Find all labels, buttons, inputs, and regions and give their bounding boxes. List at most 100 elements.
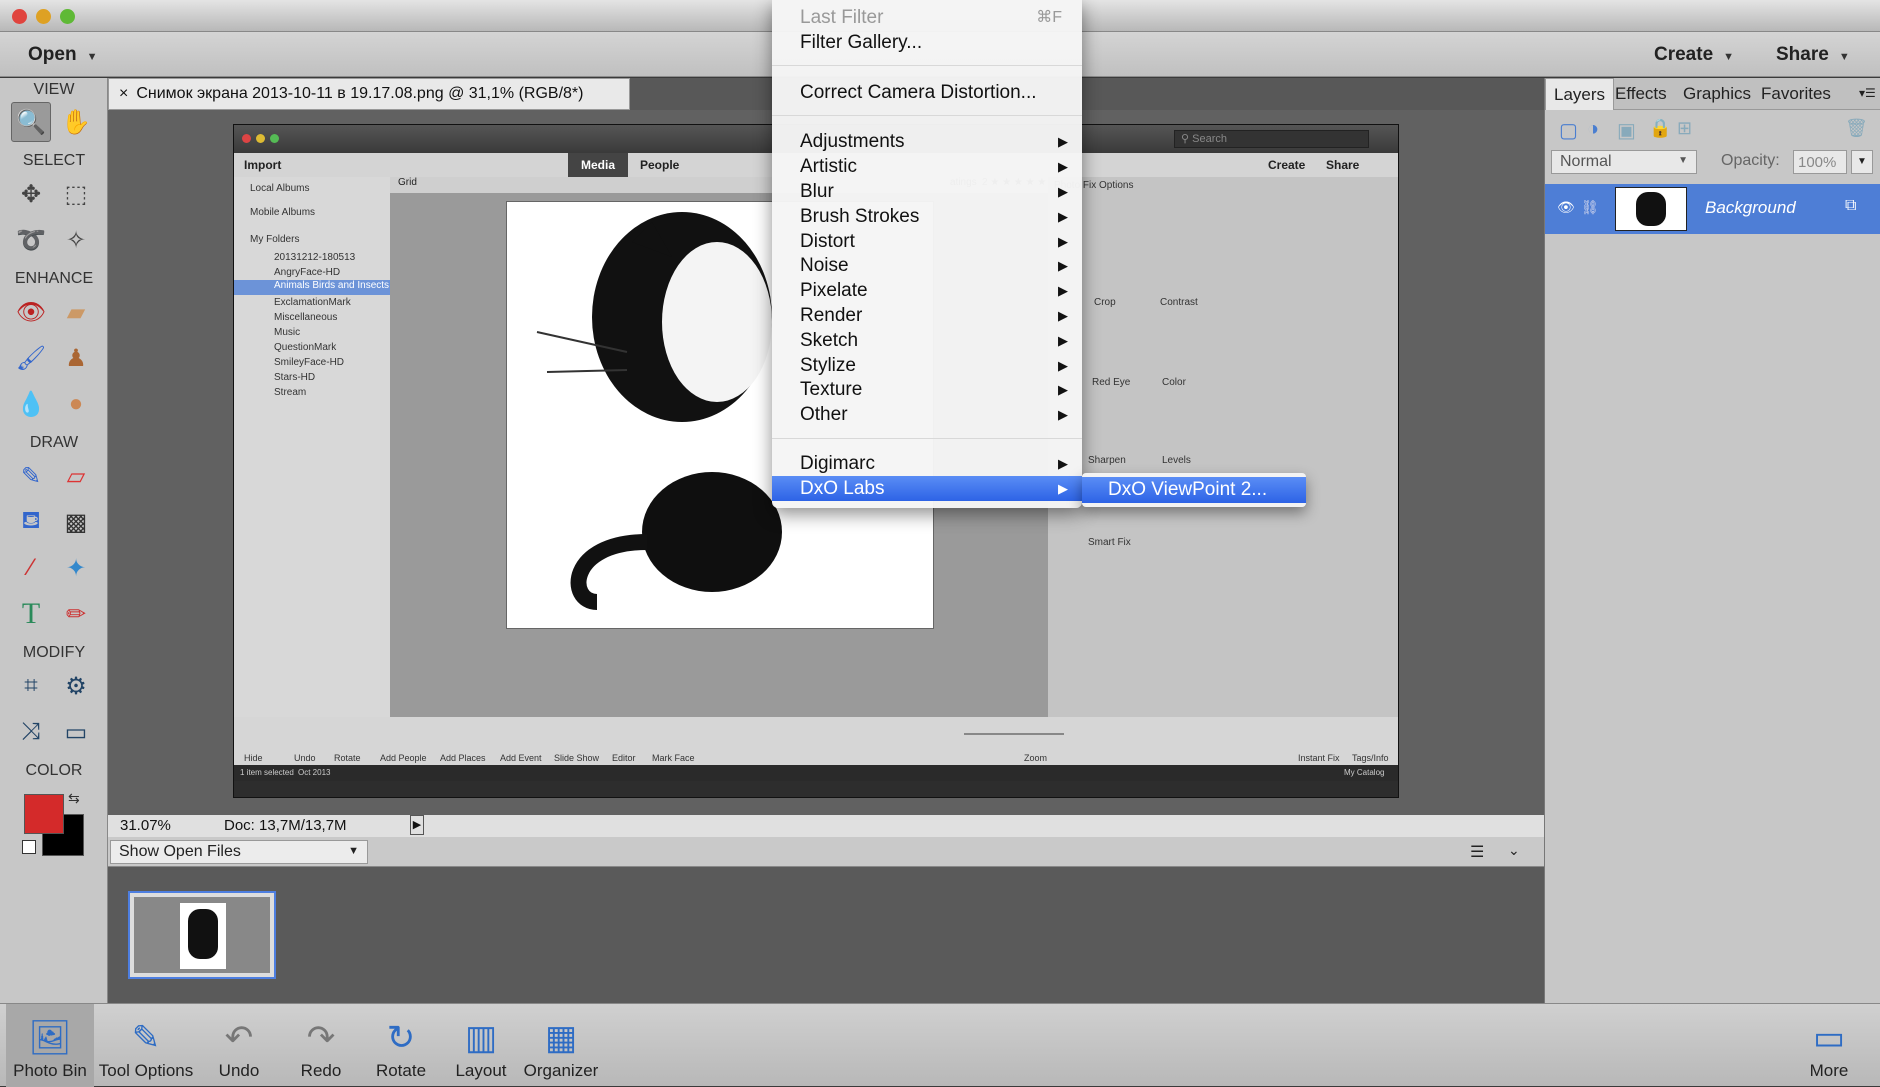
open-button[interactable]: Open ▼ [28, 44, 97, 66]
menu-item-dxo-viewpoint[interactable]: DxO ViewPoint 2... [1082, 477, 1306, 503]
inner-people-tab: People [640, 158, 680, 172]
magic-wand-tool-icon[interactable]: ✧ [56, 220, 96, 260]
layout-button[interactable]: ▥ Layout [448, 1004, 514, 1087]
document-tab[interactable]: × Снимок экрана 2013-10-11 в 19.17.08.png… [108, 78, 630, 110]
eyedropper-tool-icon[interactable]: ⁄ [11, 548, 51, 588]
inner-import: Import [244, 158, 282, 172]
foreground-color-swatch[interactable] [24, 794, 64, 834]
pencil-tool-icon[interactable]: ✏ [56, 594, 96, 634]
menu-item-brush-strokes[interactable]: Brush Strokes ▶ [772, 204, 1082, 229]
photo-bin-icon: 🖼 [28, 1019, 72, 1057]
tool-options-icon: ✎ [131, 1019, 161, 1057]
gradient-tool-icon[interactable]: ▩ [56, 502, 96, 542]
default-colors-icon[interactable] [22, 840, 36, 854]
layer-name[interactable]: Background [1705, 198, 1796, 218]
lock-all-icon[interactable]: ⊞ [1677, 118, 1692, 139]
inner-folder-item: Music [274, 327, 301, 338]
healing-brush-icon[interactable]: ▰ [56, 292, 96, 332]
menu-item-stylize[interactable]: Stylize ▶ [772, 353, 1082, 378]
type-tool-icon[interactable]: T [11, 594, 51, 634]
opacity-input[interactable]: 100% [1793, 150, 1847, 174]
redo-button[interactable]: ↷ Redo [286, 1004, 356, 1087]
menu-item-dxo-labs[interactable]: DxO Labs ▶ [772, 476, 1082, 501]
menu-item-digimarc[interactable]: Digimarc ▶ [772, 451, 1082, 476]
more-button[interactable]: ▭ More [1796, 1004, 1862, 1087]
inner-fix-tool: Smart Fix [1088, 537, 1131, 548]
new-layer-icon[interactable]: ▢ [1559, 118, 1578, 143]
layer-mask-icon[interactable]: ▣ [1617, 118, 1636, 143]
zoom-tool-icon[interactable]: 🔍 [11, 102, 51, 142]
hand-tool-icon[interactable]: ✋ [56, 102, 96, 142]
paint-bucket-icon[interactable]: ⛾ [11, 502, 51, 542]
status-menu-arrow-icon[interactable]: ▶ [410, 815, 424, 835]
recompose-tool-icon[interactable]: ⚙ [56, 666, 96, 706]
menu-item-noise[interactable]: Noise ▶ [772, 253, 1082, 278]
content-aware-move-icon[interactable]: ⤨ [11, 712, 51, 752]
red-eye-tool-icon[interactable]: 👁 [11, 292, 51, 332]
menu-item-correct-camera-distortion[interactable]: Correct Camera Distortion... [772, 80, 1082, 105]
straighten-tool-icon[interactable]: ▭ [56, 712, 96, 752]
adjustment-layer-icon[interactable]: ◑ [1587, 118, 1599, 141]
layer-style-icon[interactable]: ⧉ [1845, 197, 1856, 215]
clone-stamp-icon[interactable]: ♟ [56, 338, 96, 378]
panel-menu-icon[interactable]: ▾☰ [1859, 86, 1876, 100]
menu-item-render[interactable]: Render ▶ [772, 303, 1082, 328]
swap-colors-icon[interactable]: ⇆ [68, 790, 80, 807]
blur-tool-icon[interactable]: 💧 [11, 384, 51, 424]
inner-create: Create [1268, 158, 1306, 172]
tool-options-button[interactable]: ✎ Tool Options [94, 1004, 198, 1087]
zoom-level[interactable]: 31.07% [120, 817, 171, 834]
rotate-button[interactable]: ↻ Rotate [366, 1004, 436, 1087]
undo-button[interactable]: ↶ Undo [204, 1004, 274, 1087]
menu-item-texture[interactable]: Texture ▶ [772, 377, 1082, 402]
visibility-eye-icon[interactable]: 👁 [1557, 199, 1575, 216]
trash-icon[interactable]: 🗑 [1845, 118, 1868, 139]
bin-options-icon[interactable]: ☰ [1470, 842, 1484, 862]
organizer-icon: ▦ [544, 1019, 578, 1057]
lock-icon[interactable]: 🔒 [1649, 118, 1671, 139]
share-button[interactable]: Share ▼ [1776, 44, 1850, 66]
inner-folder-item-selected: Animals Birds and Insects [234, 280, 390, 295]
inner-sidebar: Local Albums Mobile Albums My Folders 20… [234, 177, 390, 717]
tab-effects[interactable]: Effects [1607, 78, 1675, 110]
zoom-window-button[interactable] [60, 9, 75, 24]
collapse-bin-icon[interactable]: ⌄ [1508, 842, 1520, 859]
blend-mode-select[interactable]: Normal ▼ [1551, 150, 1697, 174]
doc-size: Doc: 13,7M/13,7M [224, 817, 347, 834]
brush-tool-icon[interactable]: ✎ [11, 456, 51, 496]
inner-bottom-toolbar: Hide Undo Rotate Add People Add Places A… [234, 717, 1398, 765]
menu-item-other[interactable]: Other ▶ [772, 402, 1082, 427]
link-icon[interactable]: ⛓ [1581, 199, 1599, 216]
move-tool-icon[interactable]: ✥ [11, 174, 51, 214]
menu-item-sketch[interactable]: Sketch ▶ [772, 328, 1082, 353]
menu-item-filter-gallery[interactable]: Filter Gallery... [772, 30, 1082, 55]
menu-item-blur[interactable]: Blur ▶ [772, 179, 1082, 204]
show-open-files-select[interactable]: Show Open Files ▼ [110, 840, 368, 864]
tab-favorites[interactable]: Favorites [1753, 78, 1839, 110]
opacity-dropdown-icon[interactable]: ▼ [1851, 150, 1873, 174]
photo-bin-button[interactable]: 🖼 Photo Bin [6, 1004, 94, 1087]
submenu-arrow-icon: ▶ [1058, 159, 1068, 174]
open-file-thumbnail[interactable] [128, 891, 276, 979]
close-window-button[interactable] [12, 9, 27, 24]
smart-brush-icon[interactable]: 🖌 [11, 338, 51, 378]
inner-media-tab: Media [568, 153, 628, 177]
close-tab-icon[interactable]: × [119, 85, 128, 102]
lasso-tool-icon[interactable]: ➰ [11, 220, 51, 260]
custom-shape-icon[interactable]: ✦ [56, 548, 96, 588]
sponge-tool-icon[interactable]: ● [56, 384, 96, 424]
create-button[interactable]: Create ▼ [1654, 44, 1734, 66]
crop-tool-icon[interactable]: ⌗ [11, 666, 51, 706]
marquee-tool-icon[interactable]: ⬚ [56, 174, 96, 214]
tab-layers[interactable]: Layers [1545, 78, 1615, 110]
eraser-tool-icon[interactable]: ▱ [56, 456, 96, 496]
menu-item-artistic[interactable]: Artistic ▶ [772, 154, 1082, 179]
minimize-window-button[interactable] [36, 9, 51, 24]
tab-graphics[interactable]: Graphics [1675, 78, 1759, 110]
menu-item-adjustments[interactable]: Adjustments ▶ [772, 129, 1082, 154]
organizer-button[interactable]: ▦ Organizer [518, 1004, 604, 1087]
inner-folder-item: Miscellaneous [274, 312, 338, 323]
menu-item-pixelate[interactable]: Pixelate ▶ [772, 278, 1082, 303]
menu-item-distort[interactable]: Distort ▶ [772, 229, 1082, 254]
layer-row[interactable]: 👁 ⛓ Background ⧉ [1545, 184, 1880, 234]
